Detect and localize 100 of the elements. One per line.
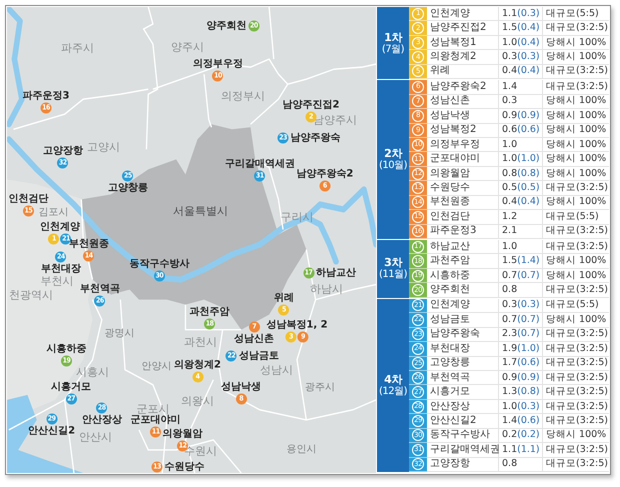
district-label: 파주시 (61, 40, 94, 56)
site-name-cell: 부천역곡 (427, 370, 499, 384)
site-label: 수원당수 (164, 462, 205, 472)
district-label: 광주시 (305, 381, 336, 394)
supply-type-cell-text: 대규모(3:2:5) (545, 224, 609, 238)
supply-type-cell-text: 당해시 100% (545, 254, 608, 268)
site-name-cell: 안산장상 (427, 400, 499, 414)
site-name-cell: 수원당수 (427, 181, 499, 195)
site-label: 고양장항 (42, 146, 83, 156)
area-cell: 1.3(0.8) (499, 385, 543, 399)
area-cell: 1.1(1.1) (499, 443, 543, 457)
supply-type-cell-text: 당해시 100% (545, 36, 608, 50)
supply-type-cell-text: 대규모(3:2:5) (545, 64, 609, 78)
site-label: 인천계양 (40, 222, 80, 232)
site-name-cell: 동작구수방사 (427, 428, 499, 442)
site-name-cell: 부천원종 (427, 196, 499, 210)
site-name-cell: 성남금토 (427, 313, 499, 327)
district-label: 고양시 (87, 140, 120, 154)
supply-type-cell-text: 대규모(3:2:5) (545, 181, 609, 195)
district-label: 과천시 (184, 334, 217, 350)
supply-type-cell-text: 대규모(3:2:5) (545, 356, 609, 370)
site-label: 의왕청계2 (174, 360, 222, 370)
area-cell: 2.3(0.7) (499, 328, 543, 342)
area-cell: 0.7(0.7) (499, 313, 543, 327)
area-cell: 1.0(1.0) (499, 152, 543, 166)
site-label: 과천주암 (190, 306, 230, 318)
area-cell: 1.5(1.4) (499, 254, 543, 268)
site-label: 동작구수방사 (129, 258, 190, 270)
site-name-cell: 성남신촌 (427, 94, 499, 108)
site-label: 부천대장 (40, 264, 81, 274)
site-name-cell: 남양주왕숙2 (427, 80, 499, 94)
site-name-cell: 의왕청계2 (427, 50, 499, 64)
site-label: 남양주왕숙 (290, 132, 341, 144)
site-name-cell: 고양장항 (427, 458, 499, 471)
area-cell: 0.7(0.7) (499, 268, 543, 282)
district-label: 의정부시 (221, 88, 266, 104)
site-name-cell: 시흥거모 (427, 385, 499, 399)
area-cell: 1.0 (499, 240, 543, 254)
area-cell: 0.4(0.4) (499, 64, 543, 78)
supply-type-cell-text: 당해시 100% (545, 109, 608, 122)
site-label: 시흥하중 (46, 344, 86, 354)
district-label: 성남시 (260, 362, 294, 378)
area-cell: 0.3(0.3) (499, 50, 543, 64)
phase-name: 2차 (384, 147, 402, 160)
area-cell: 1.9(1.0) (499, 342, 543, 356)
area-cell: 0.2(0.2) (499, 428, 543, 442)
supply-type-cell-text: 당해시 100% (545, 94, 608, 108)
area-cell: 0.9(0.9) (499, 109, 543, 122)
supply-type-cell-text: 대규모(3:2:5) (545, 21, 609, 35)
district-label: 의왕시 (181, 394, 214, 408)
supply-type-cell-text: 대규모(3:2:5) (545, 370, 609, 384)
site-label: 군포대야미 (130, 414, 181, 426)
supply-type-cell-text: 대규모(5:5) (545, 7, 600, 20)
area-cell: 0.8(0.8) (499, 166, 543, 180)
site-name-cell: 인천계양 (427, 7, 499, 20)
site-name-cell: 부천대장 (427, 342, 499, 356)
area-cell: 1.0(0.3) (499, 400, 543, 414)
site-label: 남양주왕숙2 (296, 168, 354, 180)
site-label: 남양주진접2 (282, 100, 340, 110)
district-label: 하남시 (310, 282, 344, 296)
phase-name: 4차 (384, 372, 402, 386)
supply-type-cell-text: 대규모(5:5) (545, 298, 600, 312)
supply-type-cell-text: 대규모(3:2:5) (545, 80, 609, 94)
site-label: 성남낙생 (221, 382, 262, 392)
site-name-cell: 남양주진접2 (427, 21, 499, 35)
supply-type-cell-text: 당해시 100% (545, 428, 608, 442)
site-label: 부천역곡 (80, 284, 120, 294)
phase-month: (10월) (378, 160, 408, 172)
site-label: 성남복정1, 2 (266, 320, 328, 330)
phase-month: (11월) (378, 269, 408, 282)
site-name-cell: 군포대야미 (427, 152, 499, 166)
site-name-cell: 성남복정2 (427, 124, 499, 137)
site-label: 성남신촌 (234, 334, 274, 344)
site-label: 부천원종 (68, 238, 109, 250)
supply-type-cell-text: 대규모(3:2:5) (545, 443, 609, 457)
district-label: 양주시 (170, 40, 204, 54)
area-cell: 0.8 (499, 283, 543, 297)
site-label: 의정부우정 (192, 58, 243, 70)
area-cell: 0.3 (499, 94, 543, 108)
supply-type-cell-text: 당해시 100% (545, 196, 608, 210)
supply-type-cell-text: 대규모(3:2:5) (545, 328, 609, 342)
site-name-cell: 고양창릉 (427, 356, 499, 370)
area-cell: 1.4(0.6) (499, 414, 543, 428)
area-cell: 0.8 (499, 458, 543, 471)
supply-type-cell-text: 당해시 100% (545, 268, 608, 282)
site-name-cell: 인천계양 (427, 298, 499, 312)
area-cell: 1.5(0.4) (499, 21, 543, 35)
site-name-cell: 안산신길2 (427, 414, 499, 428)
area-cell: 0.4(0.4) (499, 196, 543, 210)
site-label: 인천검단 (8, 194, 48, 204)
site-name-cell: 의왕월암 (427, 166, 499, 180)
district-label: 부천시 (40, 274, 74, 288)
area-cell: 2.1 (499, 224, 543, 238)
supply-type-cell-text: 대규모(5:5) (545, 210, 600, 224)
site-name-cell: 구리갈매역세권 (427, 443, 499, 457)
site-name-cell: 과천주암 (427, 254, 499, 268)
area-cell: 1.1(0.3) (499, 7, 543, 20)
area-cell: 0.5(0.5) (499, 181, 543, 195)
district-label: 안산시 (78, 430, 112, 444)
district-label: 군포시 (136, 402, 170, 416)
